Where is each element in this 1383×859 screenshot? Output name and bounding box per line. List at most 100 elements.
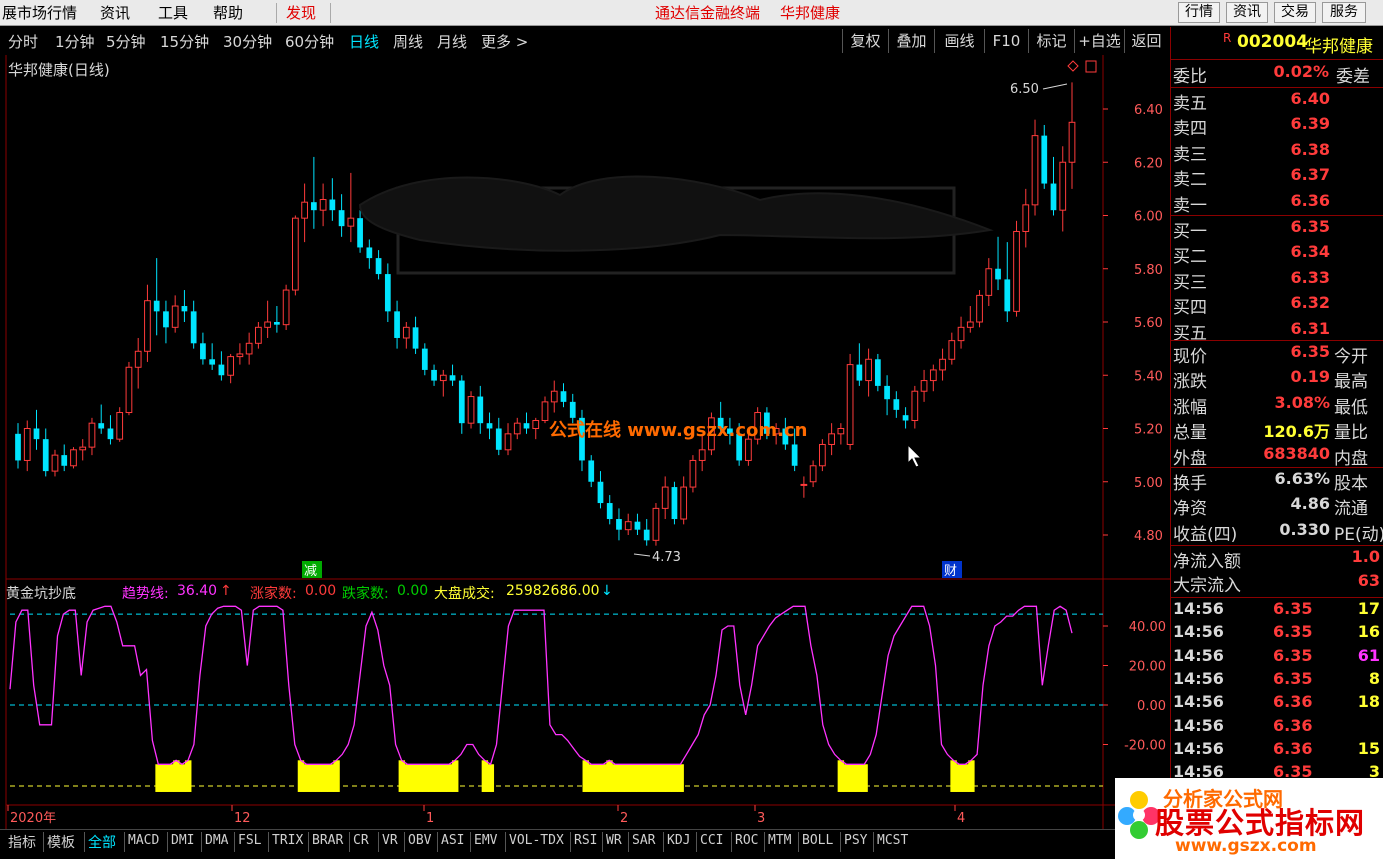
indicator-tab-指标[interactable]: 指标 [8,832,36,852]
sell-level-5[interactable]: 卖五 6.40 [1171,89,1383,114]
indicator-tab-mcst[interactable]: MCST [877,833,908,848]
period-5min[interactable]: 5分钟 [106,31,146,52]
bottom-signal-bar [659,764,667,792]
candle-body [846,364,854,445]
candle-body [319,199,327,211]
bottom-signal-bar [167,764,174,792]
candle-body [504,433,512,451]
trend-label: 趋势线: [122,586,169,602]
candle-body [42,439,49,472]
indicator-tab-sar[interactable]: SAR [632,833,655,848]
indicator-tab-wr[interactable]: WR [606,833,622,848]
indicator-tab-obv[interactable]: OBV [408,833,431,848]
indicator-tab-cr[interactable]: CR [353,833,369,848]
indicator-tab-dmi[interactable]: DMI [171,833,194,848]
menu-help[interactable]: 帮助 [213,2,243,23]
indicator-tab-roc[interactable]: ROC [735,833,758,848]
indicator-tab-macd[interactable]: MACD [128,833,159,848]
add-watchlist-button[interactable]: +自选 [1074,29,1124,53]
menu-discover[interactable]: 发现 [286,2,316,23]
candle-body [819,443,826,467]
menu-market[interactable]: 展市场行情 [2,2,77,23]
tab-divider [84,832,85,852]
bottom-signal-bar [297,760,305,792]
back-button[interactable]: 返回 [1124,29,1168,53]
indicator-name[interactable]: 黄金坑抄底 [6,583,76,603]
tab-divider [602,832,603,852]
indicator-tab-brar[interactable]: BRAR [312,833,343,848]
sell-level-1[interactable]: 卖一 6.36 [1171,190,1383,216]
indicator-tab-trix[interactable]: TRIX [272,833,303,848]
indicator-tab-vol-tdx[interactable]: VOL-TDX [509,833,564,848]
indicator-tab-kdj[interactable]: KDJ [667,833,690,848]
period-30min[interactable]: 30分钟 [223,31,272,52]
period-60min[interactable]: 60分钟 [285,31,334,52]
market-button[interactable]: 行情 [1178,2,1220,23]
candle-body [467,396,475,424]
indicator-tab-asi[interactable]: ASI [441,833,464,848]
indicator-tab-boll[interactable]: BOLL [802,833,833,848]
candle-body [957,326,965,342]
f10-button[interactable]: F10 [984,29,1028,53]
mark-button[interactable]: 标记 [1028,29,1074,53]
low-price-label: 4.73 [652,550,681,565]
bottom-signal-bar [594,764,601,792]
time-axis-label: 3 [757,811,765,826]
stat-row-3: 总量 120.6万 量比 [1171,418,1383,443]
buy-level-4[interactable]: 买四 6.32 [1171,293,1383,318]
menu-news[interactable]: 资讯 [100,2,130,23]
candle-body [255,326,262,344]
indicator-tab-emv[interactable]: EMV [474,833,497,848]
service-button[interactable]: 服务 [1322,2,1366,23]
stat-label: 现价 [1173,347,1207,367]
candle-body [1013,230,1020,312]
overlay-button[interactable]: 叠加 [888,29,934,53]
indicator-tab-mtm[interactable]: MTM [768,833,791,848]
kline-chart[interactable]: 6.406.206.005.805.605.405.205.004.80 40.… [0,55,1170,830]
candle-body [439,374,447,382]
menu-tools[interactable]: 工具 [158,2,188,23]
divider [1171,59,1383,60]
stat-row-1: 涨跌 0.19 最高 [1171,367,1383,392]
market-volume-value: 25982686.00 [506,583,600,599]
price-axis-label: 5.60 [1134,316,1163,331]
period-1min[interactable]: 1分钟 [55,31,95,52]
period-more[interactable]: 更多 > [481,31,528,52]
candle-body [449,375,456,381]
buy-level-5[interactable]: 买五 6.31 [1171,319,1383,344]
buy-level-2[interactable]: 买二 6.34 [1171,242,1383,267]
restore-rights-button[interactable]: 复权 [842,29,888,53]
period-daily[interactable]: 日线 [349,31,379,52]
candle-body [190,311,197,344]
period-15min[interactable]: 15分钟 [160,31,209,52]
news-button[interactable]: 资讯 [1226,2,1268,23]
draw-line-button[interactable]: 画线 [934,29,984,53]
sell-level-4[interactable]: 卖四 6.39 [1171,114,1383,139]
bottom-signal-bar [173,760,180,792]
trade-button[interactable]: 交易 [1274,2,1316,23]
bottom-signal-bar [647,764,655,792]
bottom-signal-bar [422,764,429,792]
divider [1171,597,1383,598]
candle-body [698,449,706,461]
indicator-tab-dma[interactable]: DMA [205,833,228,848]
indicator-tab-fsl[interactable]: FSL [238,833,261,848]
buy-level-3[interactable]: 买三 6.33 [1171,267,1383,293]
indicator-tab-vr[interactable]: VR [382,833,398,848]
sell-level-3[interactable]: 卖三 6.38 [1171,140,1383,165]
sell-level-2[interactable]: 卖二 6.37 [1171,165,1383,190]
indicator-tab-rsi[interactable]: RSI [574,833,597,848]
level-label: 卖五 [1173,94,1207,114]
buy-level-1[interactable]: 买一 6.35 [1171,217,1383,242]
indicator-tab-模板[interactable]: 模板 [47,832,75,852]
indicator-tab-cci[interactable]: CCI [700,833,723,848]
tick-price: 6.36 [1273,738,1313,758]
indicator-tab-全部[interactable]: 全部 [88,832,116,852]
indicator-tab-psy[interactable]: PSY [844,833,867,848]
level-price: 6.33 [1290,267,1330,287]
level-price: 6.36 [1290,190,1330,210]
period-timeshare[interactable]: 分时 [8,31,38,52]
period-monthly[interactable]: 月线 [437,31,467,52]
period-weekly[interactable]: 周线 [393,31,423,52]
candle-body [218,364,225,376]
